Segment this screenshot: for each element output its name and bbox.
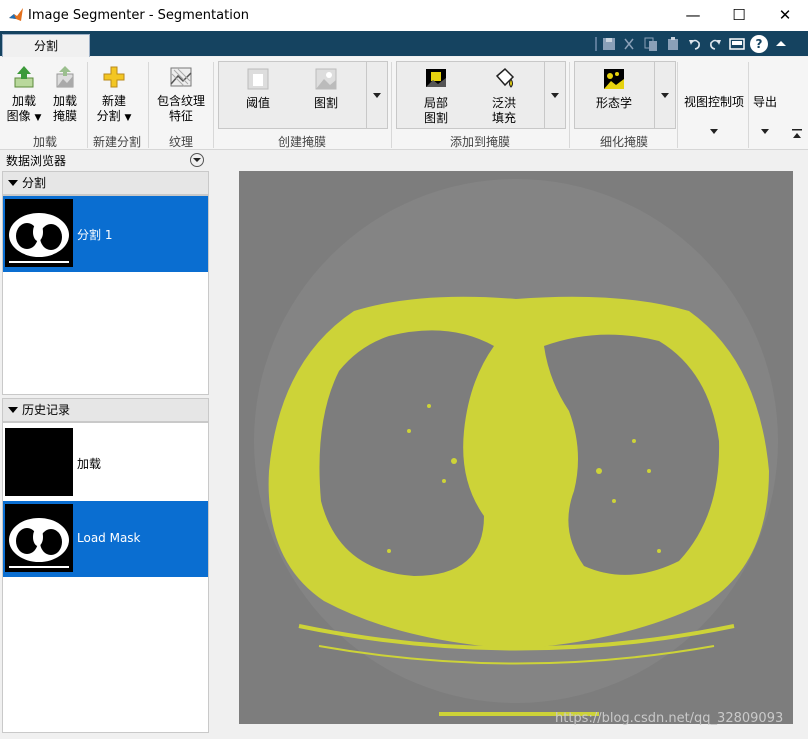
paste-icon[interactable] [664, 35, 682, 53]
copy-icon[interactable] [642, 35, 660, 53]
redo-icon[interactable] [706, 35, 724, 53]
data-browser-options-button[interactable] [190, 153, 204, 167]
title-bar: Image Segmenter - Segmentation — ☐ ✕ [0, 0, 808, 31]
group-separator [213, 62, 214, 148]
list-item-segmentation-1[interactable]: 分割 1 [3, 196, 208, 272]
morphology-button[interactable]: 形态学 [586, 66, 642, 111]
refine-mask-gallery-dropdown[interactable] [654, 61, 676, 129]
collapse-arrow-icon [8, 407, 18, 413]
load-mask-icon [56, 66, 74, 88]
group-separator [569, 62, 570, 148]
watermark-text: https://blog.csdn.net/qq_32809093 [555, 711, 784, 726]
chevron-down-icon [710, 129, 718, 134]
group-label-new-segmentation: 新建分割 [92, 135, 141, 149]
chevron-down-icon [551, 93, 559, 98]
graph-cut-icon [315, 68, 337, 90]
matlab-logo-icon [9, 8, 23, 21]
group-label-texture: 纹理 [168, 135, 193, 149]
create-mask-gallery-dropdown[interactable] [366, 61, 388, 129]
save-icon[interactable] [600, 35, 618, 53]
segmentation-label: 分割 1 [77, 228, 113, 242]
segmentation-image[interactable] [239, 171, 793, 724]
group-label-refine-mask: 细化掩膜 [599, 135, 648, 149]
chevron-down-icon: ▼ [124, 113, 132, 123]
list-item-history-load-mask[interactable]: Load Mask [3, 501, 208, 577]
group-separator [391, 62, 392, 148]
group-separator [748, 62, 749, 148]
minimize-button[interactable]: — [670, 0, 716, 31]
window-layout-icon[interactable] [728, 35, 746, 53]
segmentations-section-header[interactable]: 分割 [2, 171, 209, 195]
history-list: 加载 Load Mask [2, 422, 209, 733]
data-browser-title: 数据浏览器 [6, 154, 67, 168]
help-button[interactable]: ? [750, 35, 768, 53]
collapse-arrow-icon [8, 180, 18, 186]
mask-thumbnail-icon [5, 504, 73, 572]
collapse-icon[interactable] [772, 35, 790, 53]
flood-fill-icon [495, 67, 515, 88]
threshold-icon [247, 68, 269, 90]
load-image-icon [14, 66, 34, 88]
history-label: 加载 [77, 457, 102, 471]
load-mask-button[interactable]: 加载 掩膜 [48, 64, 82, 124]
list-item-history-load[interactable]: 加载 [3, 425, 208, 501]
local-graph-cut-button[interactable]: 局部 图割 [408, 66, 464, 126]
collapse-ribbon-icon [792, 129, 802, 138]
texture-icon [170, 67, 192, 87]
group-separator [677, 62, 678, 148]
new-segmentation-icon [103, 66, 125, 88]
load-image-button[interactable]: 加载 图像 ▼ [6, 64, 42, 126]
cut-icon[interactable] [620, 35, 638, 53]
add-to-mask-gallery-dropdown[interactable] [544, 61, 566, 129]
chevron-down-icon [193, 158, 201, 162]
local-graph-cut-icon [426, 69, 446, 87]
maximize-button[interactable]: ☐ [716, 0, 762, 31]
threshold-button[interactable]: 阈值 [230, 66, 286, 111]
group-label-load: 加载 [32, 135, 57, 149]
export-button[interactable]: 导出 [750, 95, 780, 134]
close-button[interactable]: ✕ [762, 0, 808, 31]
undo-icon[interactable] [686, 35, 704, 53]
history-section-header[interactable]: 历史记录 [2, 398, 209, 422]
chevron-down-icon [761, 129, 769, 134]
chevron-down-icon [373, 93, 381, 98]
texture-features-button[interactable]: 包含纹理 特征 [152, 64, 210, 124]
window-title: Image Segmenter - Segmentation [28, 8, 250, 23]
empty-mask-thumbnail-icon [5, 428, 73, 496]
segmentations-list: 分割 1 [2, 195, 209, 395]
view-controls-button[interactable]: 视图控制项 [680, 95, 748, 134]
chevron-down-icon: ▼ [34, 113, 42, 123]
tab-segmentation[interactable]: 分割 [2, 34, 90, 58]
morphology-icon [604, 69, 624, 89]
history-label: Load Mask [77, 531, 141, 545]
chevron-down-icon [661, 93, 669, 98]
group-separator [148, 62, 149, 148]
mask-thumbnail-icon [5, 199, 73, 267]
new-segmentation-button[interactable]: 新建 分割 ▼ [92, 64, 136, 126]
group-label-create-mask: 创建掩膜 [277, 135, 326, 149]
group-label-add-to-mask: 添加到掩膜 [449, 135, 510, 149]
graph-cut-button[interactable]: 图割 [298, 66, 354, 111]
minimize-ribbon-button[interactable] [790, 128, 804, 144]
flood-fill-button[interactable]: 泛洪 填充 [476, 66, 532, 126]
